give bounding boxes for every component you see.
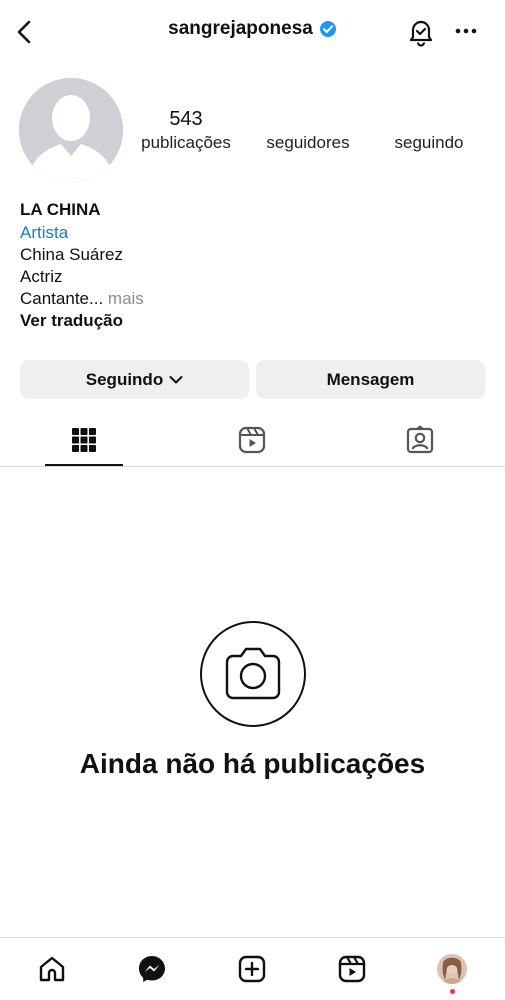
- stat-followers[interactable]: seguidores: [254, 108, 362, 153]
- profile-display-name: LA CHINA: [20, 200, 101, 219]
- camera-icon: [199, 620, 307, 728]
- stat-followers-label: seguidores: [266, 133, 350, 152]
- profile-username: sangrejaponesa: [168, 18, 313, 39]
- messenger-icon[interactable]: [137, 954, 167, 984]
- bio-line: China Suárez: [20, 245, 124, 264]
- empty-state-title: Ainda não há publicações: [79, 748, 426, 779]
- bottom-nav-divider: [0, 937, 505, 938]
- more-options-icon[interactable]: [455, 26, 479, 36]
- following-button[interactable]: Seguindo: [20, 360, 249, 399]
- stat-following[interactable]: seguindo: [375, 108, 483, 153]
- notification-bell-icon[interactable]: [407, 17, 435, 47]
- tab-grid-icon[interactable]: [68, 424, 100, 456]
- bio-more-link[interactable]: mais: [108, 289, 144, 308]
- stat-posts[interactable]: 543 publicações: [132, 108, 240, 153]
- bio-last-line: Cantante... mais: [20, 288, 144, 310]
- message-button[interactable]: Mensagem: [256, 360, 485, 399]
- stat-following-count: [375, 108, 483, 131]
- stat-followers-count: [254, 108, 362, 131]
- bio-line: Cantante...: [20, 289, 104, 308]
- verified-badge-icon: [319, 20, 337, 38]
- message-button-label: Mensagem: [326, 369, 415, 389]
- tab-reels-icon[interactable]: [236, 424, 268, 456]
- chevron-down-icon: [169, 375, 183, 385]
- following-button-label: Seguindo: [85, 369, 164, 389]
- create-post-icon[interactable]: [237, 954, 267, 984]
- profile-tab-avatar[interactable]: [437, 954, 467, 984]
- home-icon[interactable]: [37, 954, 67, 984]
- profile-category: Artista: [20, 223, 69, 242]
- stat-posts-label: publicações: [141, 133, 231, 152]
- notification-dot: [450, 989, 455, 994]
- reels-icon[interactable]: [337, 954, 367, 984]
- translate-link[interactable]: Ver tradução: [20, 310, 123, 332]
- tab-tagged-icon[interactable]: [404, 424, 436, 456]
- tabs-divider: [0, 466, 505, 467]
- stat-posts-count: 543: [169, 108, 203, 130]
- bio-line: Actriz: [20, 267, 63, 286]
- profile-avatar[interactable]: [19, 78, 123, 182]
- stat-following-label: seguindo: [394, 133, 464, 152]
